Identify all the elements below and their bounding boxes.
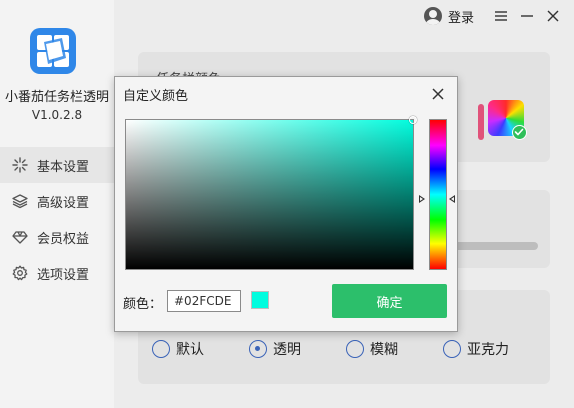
sidebar-nav: 基本设置 高级设置 会员权益 选项设置	[0, 147, 114, 291]
sidebar-item-basic-settings[interactable]: 基本设置	[0, 147, 114, 183]
menu-button[interactable]	[488, 3, 514, 29]
login-link[interactable]: 登录	[448, 7, 474, 26]
radio-label: 默认	[176, 342, 204, 358]
dialog-title: 自定义颜色	[123, 89, 189, 104]
confirm-button[interactable]: 确定	[332, 284, 447, 318]
user-avatar-icon[interactable]	[423, 7, 442, 25]
sidebar-item-label: 基本设置	[37, 159, 90, 175]
picker-marker[interactable]	[409, 116, 417, 124]
sidebar-item-advanced-settings[interactable]: 高级设置	[0, 183, 114, 219]
hue-handle-right-icon[interactable]	[449, 195, 455, 203]
gear-icon	[12, 265, 28, 281]
hue-handle-left-icon[interactable]	[419, 195, 425, 203]
close-window-button[interactable]	[540, 3, 566, 29]
custom-color-dialog: 自定义颜色 颜色： 确定	[114, 76, 458, 332]
color-label: 颜色：	[123, 297, 163, 312]
radio-circle	[443, 340, 461, 358]
app-logo-icon	[30, 28, 76, 74]
radio-transparent[interactable]: 透明	[249, 339, 346, 359]
dialog-close-button[interactable]	[429, 85, 447, 103]
radio-circle	[152, 340, 170, 358]
radio-label: 模糊	[370, 342, 398, 358]
sidebar: 小番茄任务栏透明 V1.0.2.8 基本设置 高级设置 会员权益 选项设置	[0, 0, 114, 408]
minimize-icon	[521, 15, 533, 17]
radio-circle	[346, 340, 364, 358]
color-swatch-pink[interactable]	[478, 104, 484, 140]
radio-label: 透明	[273, 342, 301, 358]
radio-label: 亚克力	[467, 342, 509, 358]
sidebar-item-label: 高级设置	[37, 195, 90, 211]
radio-acrylic[interactable]: 亚克力	[443, 339, 540, 359]
hex-color-input[interactable]	[167, 290, 241, 312]
title-bar: 登录	[423, 0, 574, 32]
check-icon	[512, 125, 527, 140]
radio-default[interactable]: 默认	[152, 339, 249, 359]
close-icon	[547, 10, 559, 22]
hue-slider[interactable]	[429, 119, 447, 270]
radio-circle	[249, 340, 267, 358]
saturation-value-picker[interactable]	[125, 116, 417, 270]
sidebar-item-label: 选项设置	[37, 267, 90, 283]
radio-blur[interactable]: 模糊	[346, 339, 443, 359]
sidebar-item-label: 会员权益	[37, 231, 90, 247]
layers-icon	[12, 193, 28, 209]
sidebar-item-membership[interactable]: 会员权益	[0, 219, 114, 255]
diamond-icon	[12, 229, 28, 245]
style-radio-group: 默认 透明 模糊 亚克力	[152, 339, 542, 359]
app-version: V1.0.2.8	[31, 108, 83, 122]
app-name: 小番茄任务栏透明	[4, 90, 109, 105]
menu-icon	[495, 11, 507, 21]
sparkle-icon	[12, 157, 28, 173]
close-icon	[432, 88, 444, 100]
color-preview	[251, 291, 269, 309]
minimize-button[interactable]	[514, 3, 540, 29]
sidebar-item-options[interactable]: 选项设置	[0, 255, 114, 291]
